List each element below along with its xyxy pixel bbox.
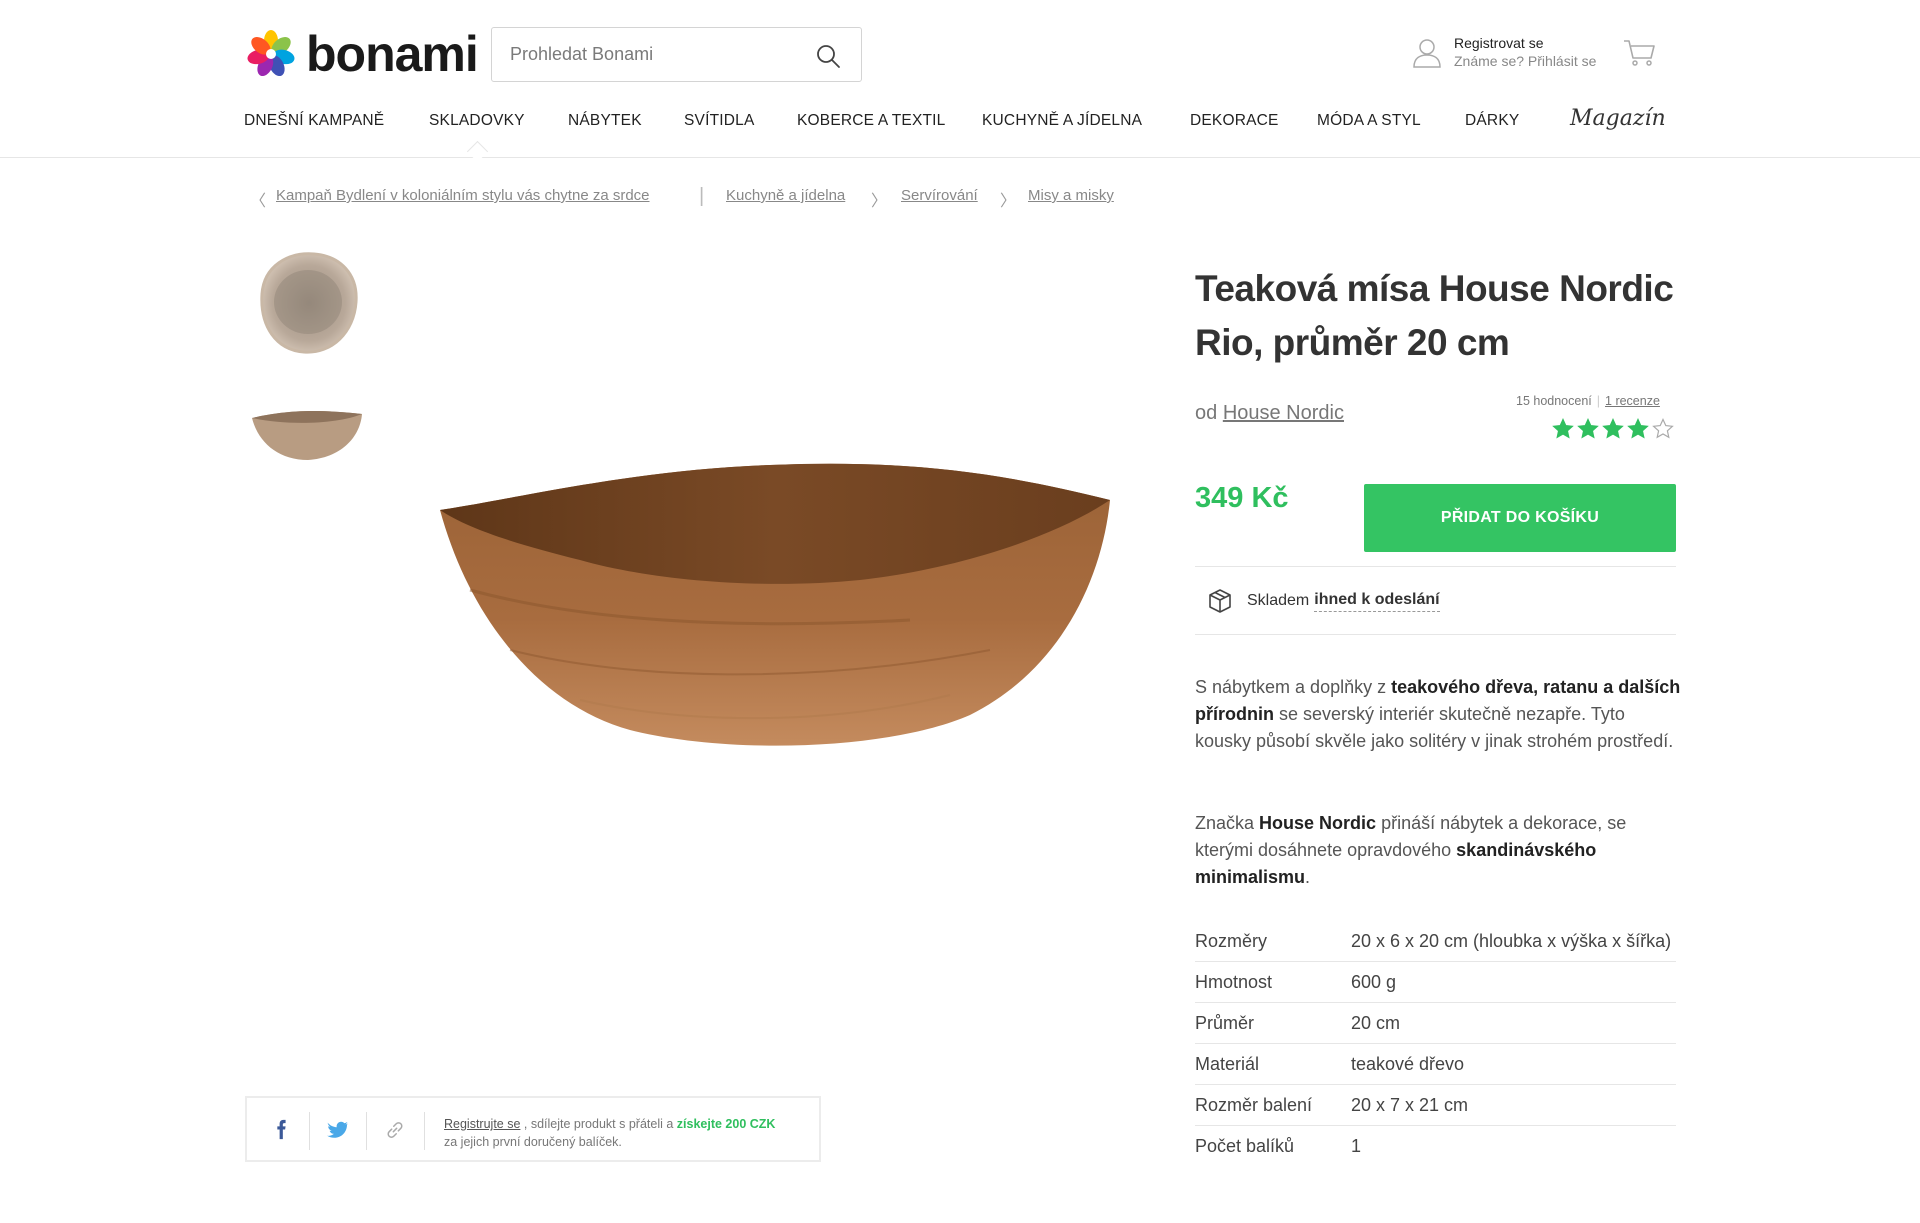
product-thumbnail-top-view[interactable] (248, 244, 366, 362)
breadcrumb-item-serving[interactable]: Servírování (901, 187, 978, 204)
stock-label: Skladem (1247, 592, 1310, 609)
nav-item-todays-campaigns[interactable]: Dnešní kampaně (244, 112, 384, 130)
share-bonus: získejte 200 CZK (676, 1117, 776, 1131)
spec-value: 20 x 6 x 20 cm (hloubka x výška x šířka) (1351, 930, 1672, 951)
brand-by-label: od (1195, 402, 1218, 424)
ratings-summary: 15 hodnocení | 1 recenze (1516, 394, 1660, 408)
description-paragraph-1: S nábytkem a doplňky z teakového dřeva, … (1195, 674, 1685, 755)
share-box: Registrujte se , sdílejte produkt s přát… (245, 1096, 821, 1162)
breadcrumb-campaign-link[interactable]: Kampaň Bydlení v koloniálním stylu vás c… (276, 187, 650, 204)
share-text-a: , sdílejte produkt s přáteli a (520, 1117, 677, 1131)
share-text-b: za jejich první doručený balíček. (444, 1135, 622, 1149)
breadcrumb-divider: | (699, 185, 705, 207)
spec-row: Průměr 20 cm (1195, 1003, 1676, 1044)
facebook-icon[interactable] (269, 1118, 293, 1142)
nav-item-lighting[interactable]: Svítidla (684, 112, 755, 130)
spec-row: Materiál teakové dřevo (1195, 1044, 1676, 1085)
spec-row: Rozměr balení 20 x 7 x 21 cm (1195, 1085, 1676, 1126)
divider (424, 1112, 425, 1150)
star-filled-icon (1552, 418, 1574, 439)
logo-flower-icon (247, 30, 295, 77)
nav-item-skladovky[interactable]: Skladovky (429, 112, 525, 130)
login-link[interactable]: Známe se? Přihlásit se (1454, 52, 1596, 70)
divider (309, 1112, 310, 1150)
product-title-line2: Rio, průměr 20 cm (1195, 322, 1510, 363)
main-nav: Dnešní kampaně Skladovky Nábytek Svítidl… (244, 106, 1666, 142)
search-icon[interactable] (815, 43, 841, 69)
nav-item-fashion[interactable]: Móda a styl (1317, 112, 1421, 130)
product-title: Teaková mísa House Nordic Rio, průměr 20… (1195, 262, 1695, 370)
desc-text: Značka (1195, 813, 1260, 833)
reviews-link[interactable]: 1 recenze (1605, 394, 1660, 408)
brand-link[interactable]: House Nordic (1223, 402, 1344, 424)
breadcrumb-item-bowls[interactable]: Misy a misky (1028, 187, 1114, 204)
star-filled-icon (1577, 418, 1599, 439)
desc-text: S nábytkem a doplňky z (1195, 677, 1392, 697)
spec-row: Hmotnost 600 g (1195, 962, 1676, 1003)
logo-text: bonami (306, 26, 479, 82)
spec-value: 600 g (1351, 971, 1397, 992)
desc-bold-text: House Nordic (1259, 813, 1377, 833)
add-to-cart-button[interactable]: PŘIDAT DO KOŠÍKU (1364, 484, 1676, 552)
product-main-image[interactable] (430, 430, 1120, 770)
description-paragraph-2: Značka House Nordic přináší nábytek a de… (1195, 810, 1685, 891)
ratings-count: 15 hodnocení (1516, 394, 1592, 408)
desc-text: . (1305, 867, 1311, 887)
register-link[interactable]: Registrovat se (1454, 34, 1596, 52)
spec-key: Hmotnost (1195, 971, 1273, 992)
site-header: bonami Registrovat se Známe se? Přihlási… (0, 0, 1920, 158)
user-icon (1413, 39, 1441, 68)
nav-item-kitchen-dining[interactable]: Kuchyně a jídelna (982, 112, 1142, 130)
spec-row: Počet balíků 1 (1195, 1126, 1676, 1167)
logo[interactable]: bonami (244, 26, 479, 82)
search-input[interactable] (492, 44, 802, 65)
divider (366, 1112, 367, 1150)
share-promo-text: Registrujte se , sdílejte produkt s přát… (444, 1115, 814, 1151)
account-link[interactable]: Registrovat se Známe se? Přihlásit se (1410, 34, 1596, 70)
spec-value: teakové dřevo (1351, 1053, 1465, 1074)
share-register-link[interactable]: Registrujte se (444, 1117, 520, 1131)
spec-key: Počet balíků (1195, 1136, 1295, 1156)
nav-item-magazine[interactable]: Magazín (1570, 106, 1666, 131)
twitter-icon[interactable] (326, 1118, 350, 1142)
spec-value: 20 x 7 x 21 cm (1351, 1094, 1469, 1115)
nav-item-furniture[interactable]: Nábytek (568, 112, 642, 130)
breadcrumb-item-kitchen[interactable]: Kuchyně a jídelna (726, 187, 845, 204)
nav-item-rugs-textile[interactable]: Koberce a textil (797, 112, 946, 130)
star-empty-icon (1652, 418, 1674, 439)
chevron-right-icon: 〉 (1000, 193, 1017, 210)
package-icon (1209, 589, 1231, 613)
star-filled-icon (1602, 418, 1624, 439)
link-icon[interactable] (383, 1118, 407, 1142)
star-filled-icon (1627, 418, 1649, 439)
product-price: 349 Kč (1195, 482, 1289, 514)
stock-status: Skladem ihned k odeslání (1207, 588, 1440, 614)
specs-table: Rozměry 20 x 6 x 20 cm (hloubka x výška … (1195, 921, 1676, 1167)
star-rating (1552, 418, 1674, 440)
chevron-left-icon: 〈 (250, 193, 267, 210)
chevron-right-icon: 〉 (871, 193, 888, 210)
divider (1195, 566, 1676, 567)
product-brand: od House Nordic (1195, 402, 1344, 425)
spec-key: Rozměry (1195, 930, 1268, 951)
spec-key: Rozměr balení (1195, 1094, 1313, 1115)
spec-key: Průměr (1195, 1012, 1255, 1033)
cart-icon[interactable] (1622, 38, 1656, 68)
spec-key: Materiál (1195, 1053, 1260, 1074)
spec-value: 1 (1351, 1136, 1362, 1156)
shipping-info-link[interactable]: ihned k odeslání (1314, 591, 1440, 612)
spec-row: Rozměry 20 x 6 x 20 cm (hloubka x výška … (1195, 921, 1676, 962)
product-title-line1: Teaková mísa House Nordic (1195, 268, 1674, 309)
spec-value: 20 cm (1351, 1012, 1401, 1033)
nav-item-gifts[interactable]: Dárky (1465, 112, 1519, 130)
product-thumbnail-side-view[interactable] (248, 398, 366, 470)
search-box (491, 27, 862, 82)
divider (1195, 634, 1676, 635)
nav-item-decorations[interactable]: Dekorace (1190, 112, 1279, 130)
